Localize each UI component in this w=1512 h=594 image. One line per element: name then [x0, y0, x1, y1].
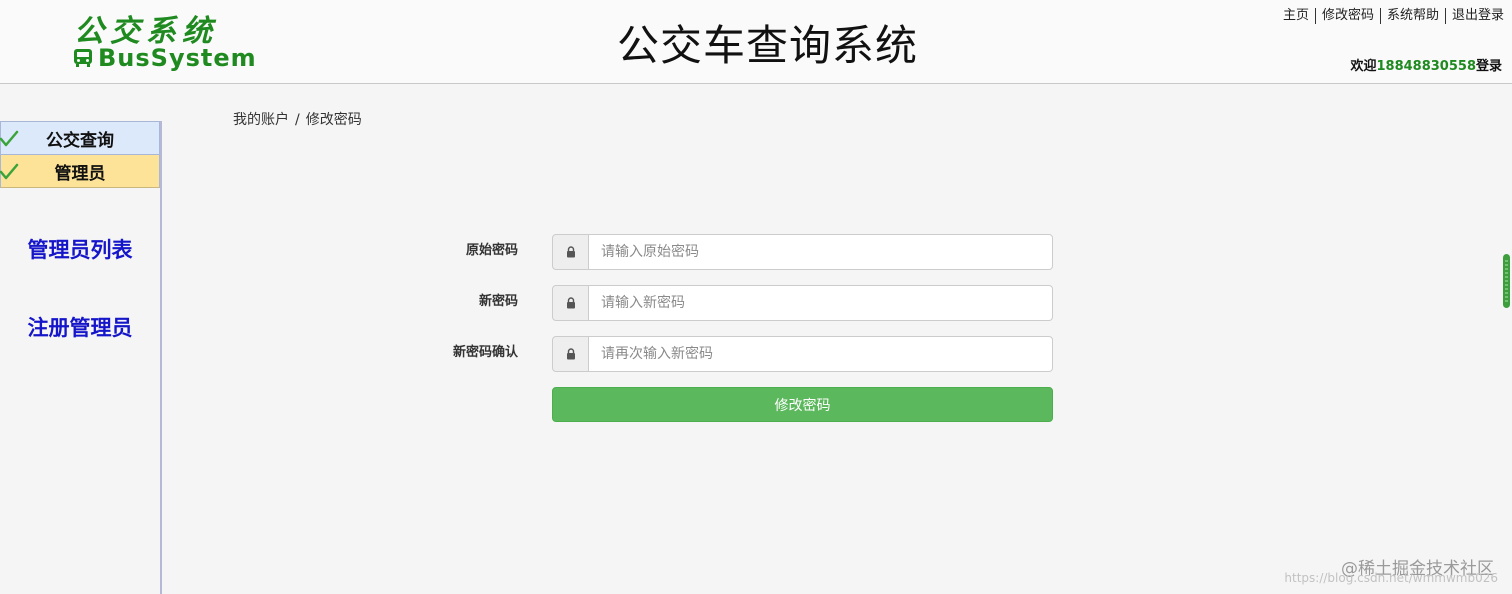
old-password-group — [552, 234, 1053, 270]
breadcrumb: 我的账户 / 修改密码 — [233, 109, 362, 129]
sidebar-item-label: 管理员 — [54, 163, 106, 184]
check-icon — [0, 163, 19, 180]
header: 公交系统 BusSystem 公交车查询系统 主页 修改密码 系统帮助 退出登录… — [0, 0, 1512, 84]
welcome-user: 18848830558 — [1376, 59, 1476, 74]
new-password-input[interactable] — [589, 285, 1053, 321]
confirm-password-label: 新密码确认 — [452, 345, 518, 360]
old-password-input[interactable] — [589, 234, 1053, 270]
site-title: 公交车查询系统 — [617, 21, 919, 70]
lock-icon — [566, 246, 575, 258]
logo-en-text: BusSystem — [98, 44, 257, 72]
watermark-url: https://blog.csdn.net/wmmwmb026 — [1284, 571, 1498, 585]
nav-logout-link[interactable]: 退出登录 — [1446, 8, 1508, 24]
sidebar-item-label: 公交查询 — [46, 130, 114, 151]
nav-home-link[interactable]: 主页 — [1277, 8, 1316, 24]
logo-en-wrap: BusSystem — [72, 44, 257, 72]
change-password-button[interactable]: 修改密码 — [552, 387, 1053, 422]
form-row-confirm-password: 新密码确认 — [430, 336, 1054, 372]
confirm-password-group — [552, 336, 1053, 372]
lock-addon — [552, 234, 589, 270]
old-password-label: 原始密码 — [465, 243, 518, 258]
check-icon — [0, 130, 19, 147]
form-row-old-password: 原始密码 — [430, 234, 1054, 270]
breadcrumb-separator: / — [295, 112, 300, 128]
welcome-suffix: 登录 — [1475, 59, 1502, 74]
lock-addon — [552, 336, 589, 372]
lock-addon — [552, 285, 589, 321]
breadcrumb-item-current: 修改密码 — [305, 112, 362, 128]
logo[interactable]: 公交系统 BusSystem — [72, 6, 256, 72]
bus-icon — [74, 49, 92, 67]
sidebar-item-admin[interactable]: 管理员 — [0, 155, 160, 188]
sidebar: 公交查询 管理员 管理员列表 注册管理员 — [0, 121, 162, 594]
lock-icon — [566, 297, 575, 309]
welcome-prefix: 欢迎 — [1350, 59, 1377, 74]
sidebar-link-register-admin[interactable]: 注册管理员 — [0, 312, 160, 342]
sidebar-item-bus-query[interactable]: 公交查询 — [0, 121, 160, 155]
top-nav: 主页 修改密码 系统帮助 退出登录 — [1277, 8, 1508, 24]
form-row-new-password: 新密码 — [430, 285, 1054, 321]
new-password-group — [552, 285, 1053, 321]
nav-change-password-link[interactable]: 修改密码 — [1316, 8, 1381, 24]
breadcrumb-item[interactable]: 我的账户 — [233, 112, 289, 128]
scrollbar-thumb[interactable] — [1503, 254, 1510, 308]
sidebar-link-admin-list[interactable]: 管理员列表 — [0, 234, 160, 264]
welcome-message: 欢迎18848830558登录 — [1350, 55, 1502, 74]
nav-help-link[interactable]: 系统帮助 — [1381, 8, 1446, 24]
confirm-password-input[interactable] — [589, 336, 1053, 372]
new-password-label: 新密码 — [478, 294, 518, 309]
lock-icon — [566, 348, 575, 360]
